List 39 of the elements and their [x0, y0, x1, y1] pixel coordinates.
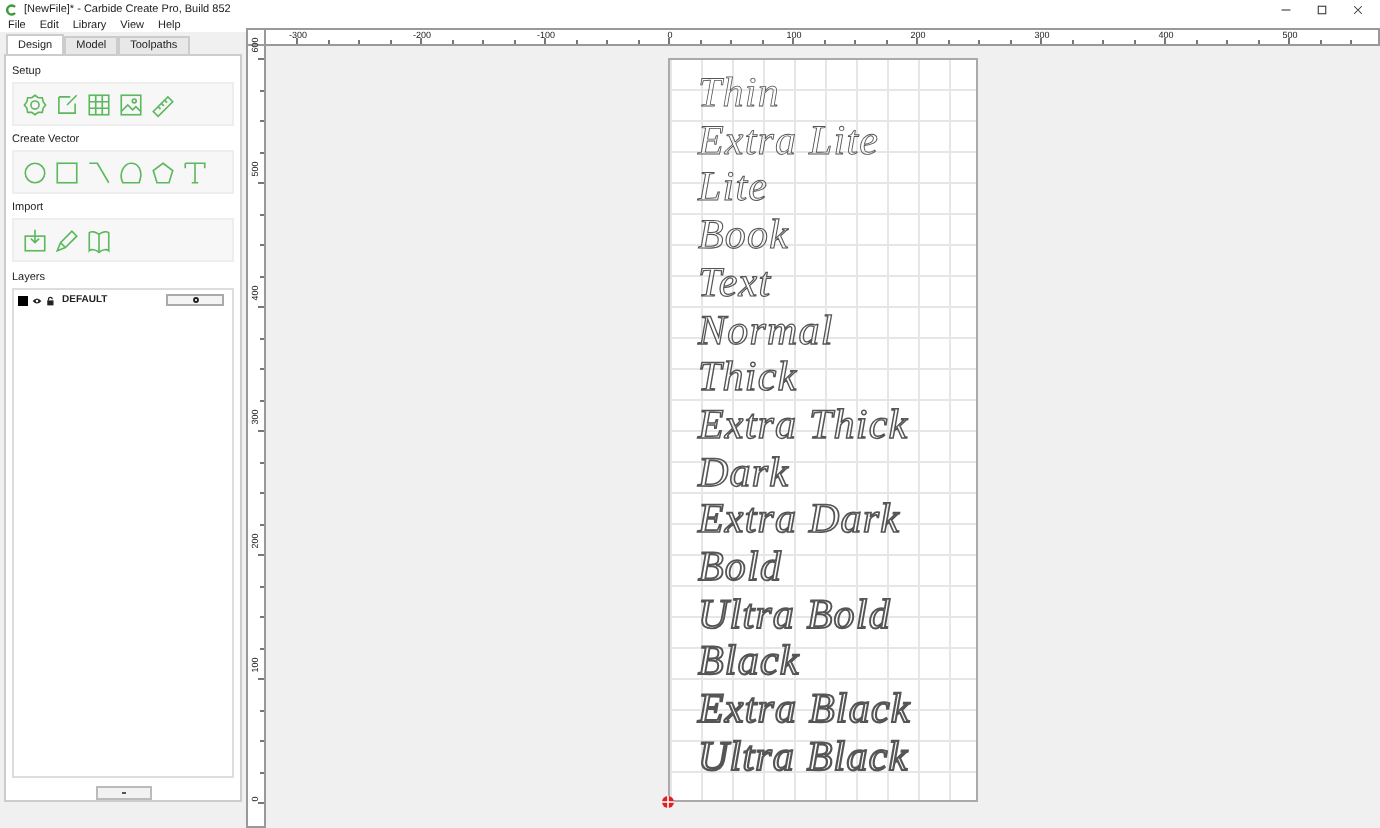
outlined-text[interactable]: Black — [698, 640, 800, 683]
text-icon[interactable] — [182, 159, 208, 185]
app-icon — [6, 3, 18, 15]
outlined-text[interactable]: Ultra Bold — [698, 593, 891, 636]
gear-icon[interactable] — [22, 91, 48, 117]
outlined-text[interactable]: Thick — [698, 356, 798, 399]
outlined-text[interactable]: Thin — [698, 72, 780, 114]
image-icon[interactable] — [118, 91, 144, 117]
layer-swatch[interactable] — [18, 295, 28, 305]
maximize-icon[interactable] — [1316, 3, 1328, 15]
curve-icon[interactable] — [118, 159, 144, 185]
import-icon[interactable] — [22, 227, 48, 253]
grid-icon[interactable] — [86, 91, 112, 117]
outlined-text[interactable]: Text — [698, 261, 772, 304]
layer-button[interactable] — [95, 786, 151, 800]
outlined-text[interactable]: Ultra Black — [698, 735, 909, 778]
eye-icon[interactable] — [32, 295, 42, 305]
outlined-text[interactable]: Book — [698, 214, 790, 257]
polyline-icon[interactable] — [86, 159, 112, 185]
outlined-text[interactable]: Lite — [698, 166, 769, 209]
pentagon-icon[interactable] — [150, 159, 176, 185]
outlined-text[interactable]: Extra Black — [698, 688, 911, 731]
outlined-text[interactable]: Extra Thick — [698, 403, 909, 446]
pencil-icon[interactable] — [54, 227, 80, 253]
layer-settings-button[interactable] — [166, 294, 224, 306]
circle-icon[interactable] — [22, 159, 48, 185]
edit-icon[interactable] — [54, 91, 80, 117]
outlined-text[interactable]: Extra Lite — [698, 119, 880, 162]
minimize-icon[interactable] — [1280, 3, 1292, 15]
outlined-text[interactable]: Extra Dark — [698, 498, 901, 541]
outlined-text[interactable]: Dark — [698, 451, 790, 494]
close-icon[interactable] — [1352, 3, 1364, 15]
outlined-text[interactable]: Normal — [698, 309, 834, 351]
outlined-text[interactable]: Bold — [698, 546, 783, 588]
gear-icon — [191, 296, 199, 304]
lock-icon[interactable] — [46, 295, 56, 305]
rectangle-icon[interactable] — [54, 159, 80, 185]
ruler-icon[interactable] — [150, 91, 176, 117]
book-icon[interactable] — [86, 227, 112, 253]
